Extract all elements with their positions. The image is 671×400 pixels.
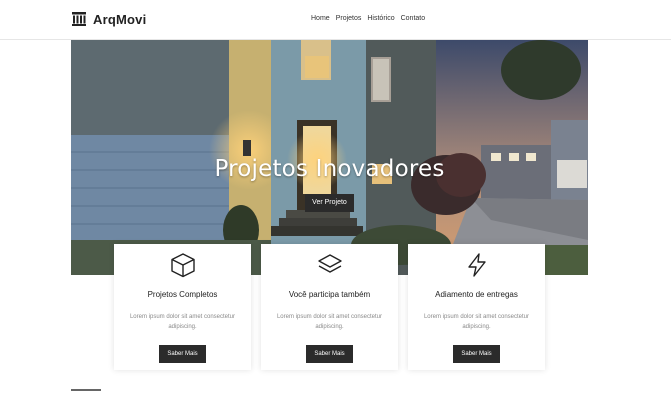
saber-mais-button[interactable]: Saber Mais [306, 345, 353, 363]
hero-banner: Projetos Inovadores Ver Projeto [71, 40, 588, 275]
feature-card-3: Adiamento de entregas Lorem ipsum dolor … [408, 244, 545, 370]
lightning-icon [467, 253, 486, 277]
card-text: Lorem ipsum dolor sit amet consectetur a… [423, 314, 530, 330]
brand-name: ArqMovi [93, 11, 147, 27]
nav-historico[interactable]: Histórico [367, 15, 394, 22]
brand-logo[interactable]: ArqMovi [71, 11, 146, 27]
saber-mais-button[interactable]: Saber Mais [159, 345, 206, 363]
card-title: Você participa também [288, 290, 371, 299]
section-divider [71, 389, 101, 391]
feature-card-2: Você participa também Lorem ipsum dolor … [261, 244, 398, 370]
card-text: Lorem ipsum dolor sit amet consectetur a… [129, 314, 236, 330]
card-title: Adiamento de entregas [435, 290, 518, 299]
card-title: Projetos Completos [147, 290, 218, 299]
main-nav: Home Projetos Histórico Contato [311, 15, 425, 22]
nav-contato[interactable]: Contato [401, 15, 426, 22]
nav-home[interactable]: Home [311, 15, 330, 22]
feature-card-1: Projetos Completos Lorem ipsum dolor sit… [114, 244, 251, 370]
building-columns-icon [72, 12, 86, 26]
layers-icon [317, 254, 342, 273]
cube-icon [170, 253, 195, 278]
card-text: Lorem ipsum dolor sit amet consectetur a… [276, 314, 383, 330]
nav-projetos[interactable]: Projetos [336, 15, 362, 22]
navbar: ArqMovi Home Projetos Histórico Contato [0, 0, 671, 40]
saber-mais-button[interactable]: Saber Mais [453, 345, 500, 363]
ver-projeto-button[interactable]: Ver Projeto [305, 194, 354, 212]
hero-title: Projetos Inovadores [214, 156, 445, 182]
